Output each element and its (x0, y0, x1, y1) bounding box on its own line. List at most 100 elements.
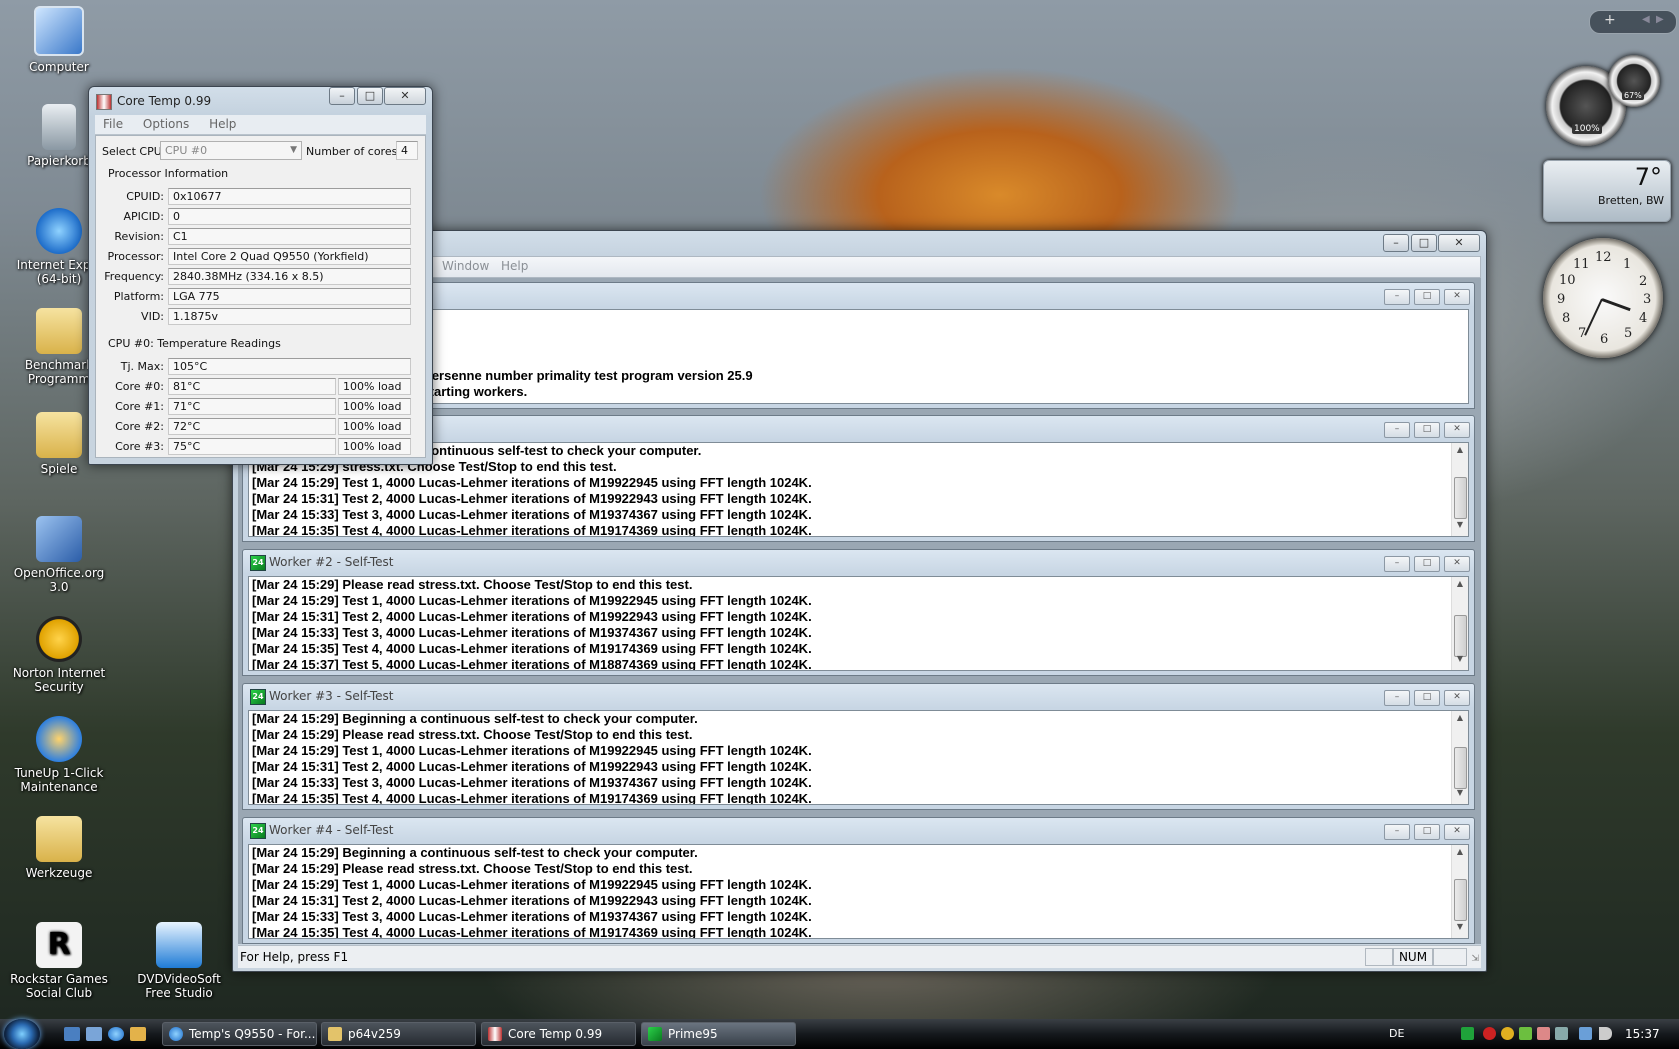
child-maximize-button[interactable]: □ (1414, 824, 1440, 840)
desktop-icon-norton[interactable]: Norton Internet Security (4, 616, 114, 694)
scroll-thumb[interactable] (1454, 615, 1467, 657)
media-player-icon[interactable] (130, 1027, 146, 1041)
tray-app-icon[interactable] (1555, 1027, 1568, 1040)
weather-gadget[interactable]: 7° Bretten, BW (1543, 160, 1671, 222)
coretemp-tray-icon[interactable] (1537, 1027, 1550, 1040)
close-button[interactable]: ✕ (1438, 234, 1480, 252)
child-close-button[interactable]: ✕ (1444, 556, 1470, 572)
scroll-thumb[interactable] (1454, 879, 1467, 921)
scroll-thumb[interactable] (1454, 477, 1467, 519)
clock-time[interactable]: 15:37 (1625, 1027, 1660, 1041)
cores-count: 4 (396, 141, 418, 160)
security-alert-icon[interactable] (1483, 1027, 1496, 1040)
minimize-button[interactable]: – (1383, 234, 1409, 252)
log-line: [Mar 24 15:35] Test 4, 4000 Lucas-Lehmer… (252, 925, 812, 939)
scroll-thumb[interactable] (1454, 747, 1467, 789)
log-line: [Mar 24 15:33] Test 3, 4000 Lucas-Lehmer… (252, 775, 812, 790)
scroll-down-icon[interactable]: ▼ (1452, 654, 1468, 668)
taskbar-button-coretemp[interactable]: Core Temp 0.99 (481, 1022, 636, 1046)
core-0-load: 100% load (338, 378, 411, 395)
memory-meter-gauge[interactable]: 67% (1608, 55, 1660, 107)
taskbar-button-folder[interactable]: p64v259 (321, 1022, 476, 1046)
language-indicator[interactable]: DE (1389, 1027, 1404, 1040)
norton-icon (36, 616, 82, 662)
clock-number: 10 (1559, 273, 1576, 288)
desktop-icon-werkzeuge[interactable]: Werkzeuge (4, 816, 114, 880)
scroll-up-icon[interactable]: ▲ (1452, 579, 1468, 593)
prime95-icon (648, 1027, 662, 1041)
desktop-icon-openoffice[interactable]: OpenOffice.org 3.0 (4, 516, 114, 594)
coretemp-window: Core Temp 0.99 – □ ✕ File Options Help S… (88, 86, 433, 465)
child-maximize-button[interactable]: □ (1414, 556, 1440, 572)
child-maximize-button[interactable]: □ (1414, 422, 1440, 438)
select-cpu-dropdown[interactable]: CPU #0 ▼ (160, 141, 302, 160)
maximize-button[interactable]: □ (357, 87, 383, 105)
child-close-button[interactable]: ✕ (1444, 690, 1470, 706)
vertical-scrollbar[interactable]: ▲ ▼ (1451, 577, 1468, 670)
vertical-scrollbar[interactable]: ▲ ▼ (1451, 845, 1468, 938)
window-title: Core Temp 0.99 (117, 94, 212, 108)
scroll-down-icon[interactable]: ▼ (1452, 922, 1468, 936)
add-gadget-button[interactable]: + (1604, 12, 1616, 28)
weather-location: Bretten, BW (1598, 194, 1664, 207)
next-icon[interactable]: ▶ (1656, 14, 1664, 25)
child-minimize-button[interactable]: – (1384, 824, 1410, 840)
maximize-button[interactable]: □ (1411, 234, 1437, 252)
internet-explorer-icon[interactable] (108, 1027, 124, 1041)
platform-value: LGA 775 (168, 288, 411, 305)
clock-gadget[interactable]: 12 1 2 3 4 5 6 7 8 9 10 11 (1543, 238, 1663, 358)
child-close-button[interactable]: ✕ (1444, 824, 1470, 840)
switch-windows-icon[interactable] (86, 1027, 102, 1041)
coretemp-client: Select CPU: CPU #0 ▼ Number of cores 4 P… (95, 135, 426, 458)
scroll-down-icon[interactable]: ▼ (1452, 788, 1468, 802)
clock-number: 2 (1639, 274, 1648, 289)
menu-file[interactable]: File (95, 115, 131, 131)
scroll-down-icon[interactable]: ▼ (1452, 520, 1468, 534)
menu-options[interactable]: Options (135, 115, 197, 131)
desktop-icon-label: Benchmark Programm (24, 358, 94, 386)
tray-app-icon[interactable] (1519, 1027, 1532, 1040)
show-desktop-icon[interactable] (64, 1027, 80, 1041)
log-line: [Mar 24 15:29] Test 1, 4000 Lucas-Lehmer… (252, 475, 812, 490)
folder-icon (36, 308, 82, 354)
network-icon[interactable] (1579, 1027, 1592, 1040)
child-minimize-button[interactable]: – (1384, 289, 1410, 305)
frequency-value: 2840.38MHz (334.16 x 8.5) (168, 268, 411, 285)
child-maximize-button[interactable]: □ (1414, 289, 1440, 305)
norton-tray-icon[interactable] (1501, 1027, 1514, 1040)
taskbar-button-prime95[interactable]: Prime95 (641, 1022, 796, 1046)
start-button[interactable] (4, 1019, 40, 1049)
vertical-scrollbar[interactable]: ▲ ▼ (1451, 443, 1468, 536)
apicid-value: 0 (168, 208, 411, 225)
minimize-button[interactable]: – (329, 87, 355, 105)
cpuid-value: 0x10677 (168, 188, 411, 205)
resize-grip-icon[interactable]: ⇲ (1471, 954, 1479, 964)
desktop-icon-computer[interactable]: Computer (4, 6, 114, 74)
child-minimize-button[interactable]: – (1384, 690, 1410, 706)
taskbar-button-browser[interactable]: Temp's Q9550 - For... (162, 1022, 317, 1046)
desktop-icon-dvdvideosoft[interactable]: DVDVideoSoft Free Studio (124, 922, 234, 1000)
prime95-tray-icon[interactable] (1461, 1027, 1474, 1040)
menu-help[interactable]: Help (201, 115, 244, 131)
previous-icon[interactable]: ◀ (1642, 14, 1650, 25)
revision-label: Revision: (114, 230, 164, 243)
log-line: [Mar 24 15:33] Test 3, 4000 Lucas-Lehmer… (252, 625, 812, 640)
desktop-icon-rockstar[interactable]: R Rockstar Games Social Club (4, 922, 114, 1000)
scroll-up-icon[interactable]: ▲ (1452, 445, 1468, 459)
desktop-icon-tuneup[interactable]: TuneUp 1-Click Maintenance (4, 716, 114, 794)
child-close-button[interactable]: ✕ (1444, 289, 1470, 305)
volume-icon[interactable] (1599, 1027, 1612, 1040)
child-minimize-button[interactable]: – (1384, 422, 1410, 438)
scroll-up-icon[interactable]: ▲ (1452, 847, 1468, 861)
close-button[interactable]: ✕ (384, 87, 426, 105)
processor-info-group: Processor Information (108, 167, 229, 180)
vertical-scrollbar[interactable]: ▲ ▼ (1451, 711, 1468, 804)
child-minimize-button[interactable]: – (1384, 556, 1410, 572)
taskbar-button-label: Temp's Q9550 - For... (189, 1027, 316, 1041)
menu-window[interactable]: Window (442, 259, 489, 273)
child-close-button[interactable]: ✕ (1444, 422, 1470, 438)
scroll-up-icon[interactable]: ▲ (1452, 713, 1468, 727)
child-maximize-button[interactable]: □ (1414, 690, 1440, 706)
menu-help[interactable]: Help (501, 259, 528, 273)
worker-log: [Mar 24 15:29] Please read stress.txt. C… (248, 576, 1469, 671)
